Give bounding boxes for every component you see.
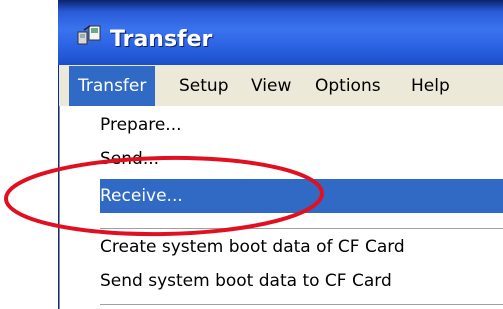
menu-item-receive[interactable]: Receive... — [100, 179, 183, 213]
transfer-dropdown-menu: Prepare... Send... Receive... Create sys… — [59, 106, 503, 309]
menu-transfer[interactable]: Transfer — [69, 66, 156, 106]
menu-separator — [100, 228, 503, 229]
menu-help[interactable]: Help — [411, 66, 450, 106]
menu-options[interactable]: Options — [315, 66, 381, 106]
window-title: Transfer — [110, 27, 213, 52]
menu-bar: Transfer Setup View Options Help — [59, 66, 503, 106]
menu-setup[interactable]: Setup — [179, 66, 228, 106]
title-bar[interactable]: Transfer — [58, 0, 503, 65]
menu-view[interactable]: View — [251, 66, 291, 106]
menu-item-send[interactable]: Send... — [100, 142, 159, 176]
cf-transfer-icon — [77, 25, 101, 45]
menu-item-create-boot-data[interactable]: Create system boot data of CF Card — [100, 230, 405, 264]
menu-item-send-boot-data[interactable]: Send system boot data to CF Card — [100, 264, 392, 298]
menu-separator-bottom — [100, 304, 503, 305]
menu-item-prepare[interactable]: Prepare... — [100, 108, 182, 142]
